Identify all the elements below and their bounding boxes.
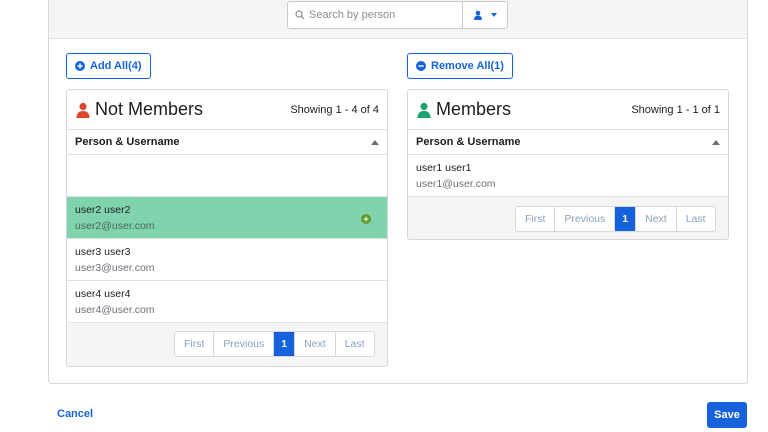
not-members-title: Not Members <box>95 99 204 119</box>
add-member-icon[interactable]: + <box>361 214 371 224</box>
caret-down-icon <box>491 13 497 17</box>
plus-circle-icon <box>75 61 85 71</box>
person-icon <box>417 102 431 118</box>
members-column-header[interactable]: Person & Username <box>408 130 728 155</box>
remove-all-label: Remove All(1) <box>431 60 504 72</box>
search-input[interactable] <box>309 9 459 21</box>
members-header: Members Showing 1 - 1 of 1 <box>408 90 728 130</box>
person-email: user1@user.com <box>416 178 496 190</box>
column-label: Person & Username <box>75 136 180 148</box>
remove-all-button[interactable]: Remove All(1) <box>407 53 513 79</box>
search-toolbar <box>49 0 747 39</box>
column-label: Person & Username <box>416 136 521 148</box>
search-field[interactable] <box>287 1 463 29</box>
person-email: user3@user.com <box>75 262 155 274</box>
dialog-frame: Add All(4) Remove All(1) Not Members Sho… <box>48 0 748 384</box>
person-email: user2@user.com <box>75 220 155 232</box>
pager-current-page[interactable]: 1 <box>274 332 296 356</box>
person-name: user4 user4 <box>75 288 131 300</box>
members-title: Members <box>436 99 512 119</box>
search-icon <box>295 10 305 20</box>
add-all-label: Add All(4) <box>90 60 142 72</box>
person-email: user4@user.com <box>75 304 155 316</box>
not-members-column-header[interactable]: Person & Username <box>67 130 387 155</box>
pager-previous[interactable]: Previous <box>214 332 275 356</box>
list-item[interactable]: user3 user3 user3@user.com <box>67 239 387 281</box>
members-pagination: First Previous 1 Next Last <box>515 206 716 232</box>
pager-previous[interactable]: Previous <box>555 207 616 231</box>
pager-first[interactable]: First <box>175 332 215 356</box>
person-icon <box>474 10 482 20</box>
person-name: user1 user1 <box>416 162 472 174</box>
pager-last[interactable]: Last <box>336 332 374 356</box>
save-button[interactable]: Save <box>707 402 747 428</box>
not-members-header: Not Members Showing 1 - 4 of 4 <box>67 90 387 130</box>
person-name: user2 user2 <box>75 204 131 216</box>
pager-current-page[interactable]: 1 <box>615 207 637 231</box>
not-members-count: Showing 1 - 4 of 4 <box>290 103 379 116</box>
pager-next[interactable]: Next <box>636 207 677 231</box>
list-item-empty <box>67 155 387 197</box>
list-item[interactable]: user4 user4 user4@user.com <box>67 281 387 323</box>
minus-circle-icon <box>416 61 426 71</box>
person-icon <box>76 102 90 118</box>
members-count: Showing 1 - 1 of 1 <box>631 103 720 116</box>
sort-ascending-icon[interactable] <box>712 139 720 145</box>
person-name: user3 user3 <box>75 246 131 258</box>
person-filter-dropdown[interactable] <box>462 1 508 29</box>
add-all-button[interactable]: Add All(4) <box>66 53 151 79</box>
pager-next[interactable]: Next <box>295 332 336 356</box>
members-panel: Members Showing 1 - 1 of 1 Person & User… <box>407 89 729 240</box>
list-item[interactable]: user1 user1 user1@user.com <box>408 155 728 197</box>
not-members-pagination: First Previous 1 Next Last <box>174 331 375 357</box>
list-item[interactable]: user2 user2 user2@user.com + <box>67 197 387 239</box>
cancel-button[interactable]: Cancel <box>57 408 93 420</box>
pager-first[interactable]: First <box>516 207 556 231</box>
not-members-panel: Not Members Showing 1 - 4 of 4 Person & … <box>66 89 388 367</box>
pager-last[interactable]: Last <box>677 207 715 231</box>
sort-ascending-icon[interactable] <box>371 139 379 145</box>
